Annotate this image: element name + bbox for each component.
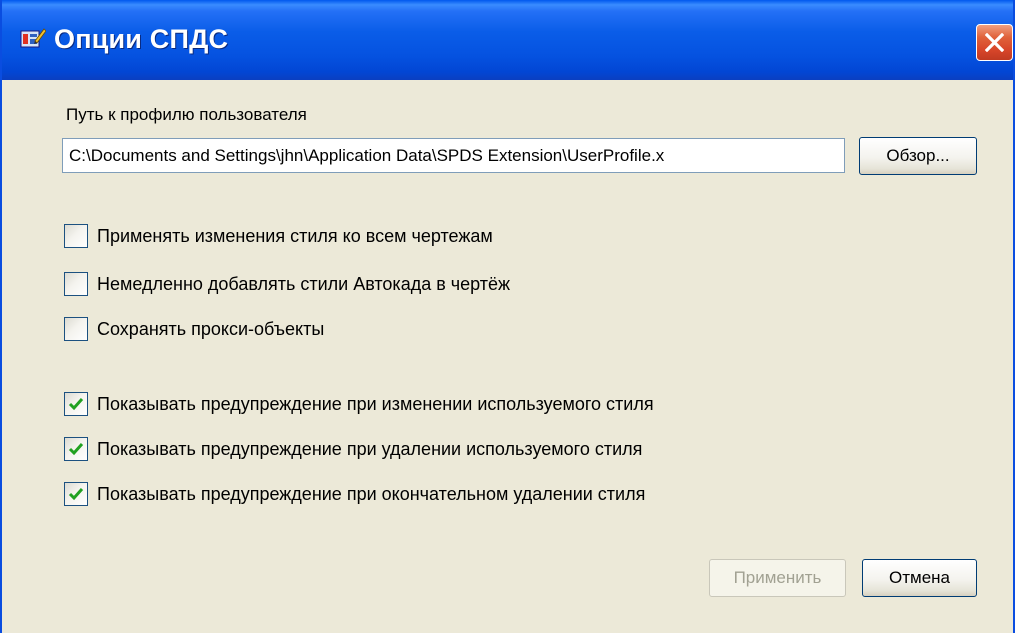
- checkbox-box[interactable]: [64, 482, 88, 506]
- check-mark-icon: [68, 398, 84, 411]
- title-bar[interactable]: Опции СПДС: [2, 0, 1013, 80]
- profile-path-input[interactable]: C:\Documents and Settings\jhn\Applicatio…: [62, 138, 845, 173]
- checkbox-label: Показывать предупреждение при окончатель…: [97, 484, 646, 504]
- close-icon: [985, 33, 1004, 52]
- checkbox-box[interactable]: [64, 392, 88, 416]
- profile-path-label: Путь к профилю пользователя: [66, 105, 307, 124]
- app-icon: [20, 27, 47, 49]
- checkbox-label: Немедленно добавлять стили Автокада в че…: [97, 274, 511, 294]
- options-dialog: Опции СПДС Путь к профилю пользователя C…: [0, 0, 1015, 633]
- check-mark-icon: [68, 488, 84, 501]
- dialog-title: Опции СПДС: [54, 24, 229, 54]
- checkbox-box[interactable]: [64, 437, 88, 461]
- checkbox-box[interactable]: [64, 317, 88, 341]
- browse-button[interactable]: Обзор...: [859, 137, 977, 175]
- cancel-button[interactable]: Отмена: [862, 559, 977, 597]
- checkbox-label: Показывать предупреждение при удалении и…: [97, 439, 643, 459]
- checkbox-label: Сохранять прокси-объекты: [97, 319, 325, 339]
- checkbox-box[interactable]: [64, 224, 88, 248]
- close-button[interactable]: [976, 24, 1013, 61]
- checkbox-label: Применять изменения стиля ко всем чертеж…: [97, 226, 493, 246]
- checkbox-label: Показывать предупреждение при изменении …: [97, 394, 654, 414]
- checkbox-box[interactable]: [64, 272, 88, 296]
- apply-button[interactable]: Применить: [709, 559, 846, 597]
- check-mark-icon: [68, 443, 84, 456]
